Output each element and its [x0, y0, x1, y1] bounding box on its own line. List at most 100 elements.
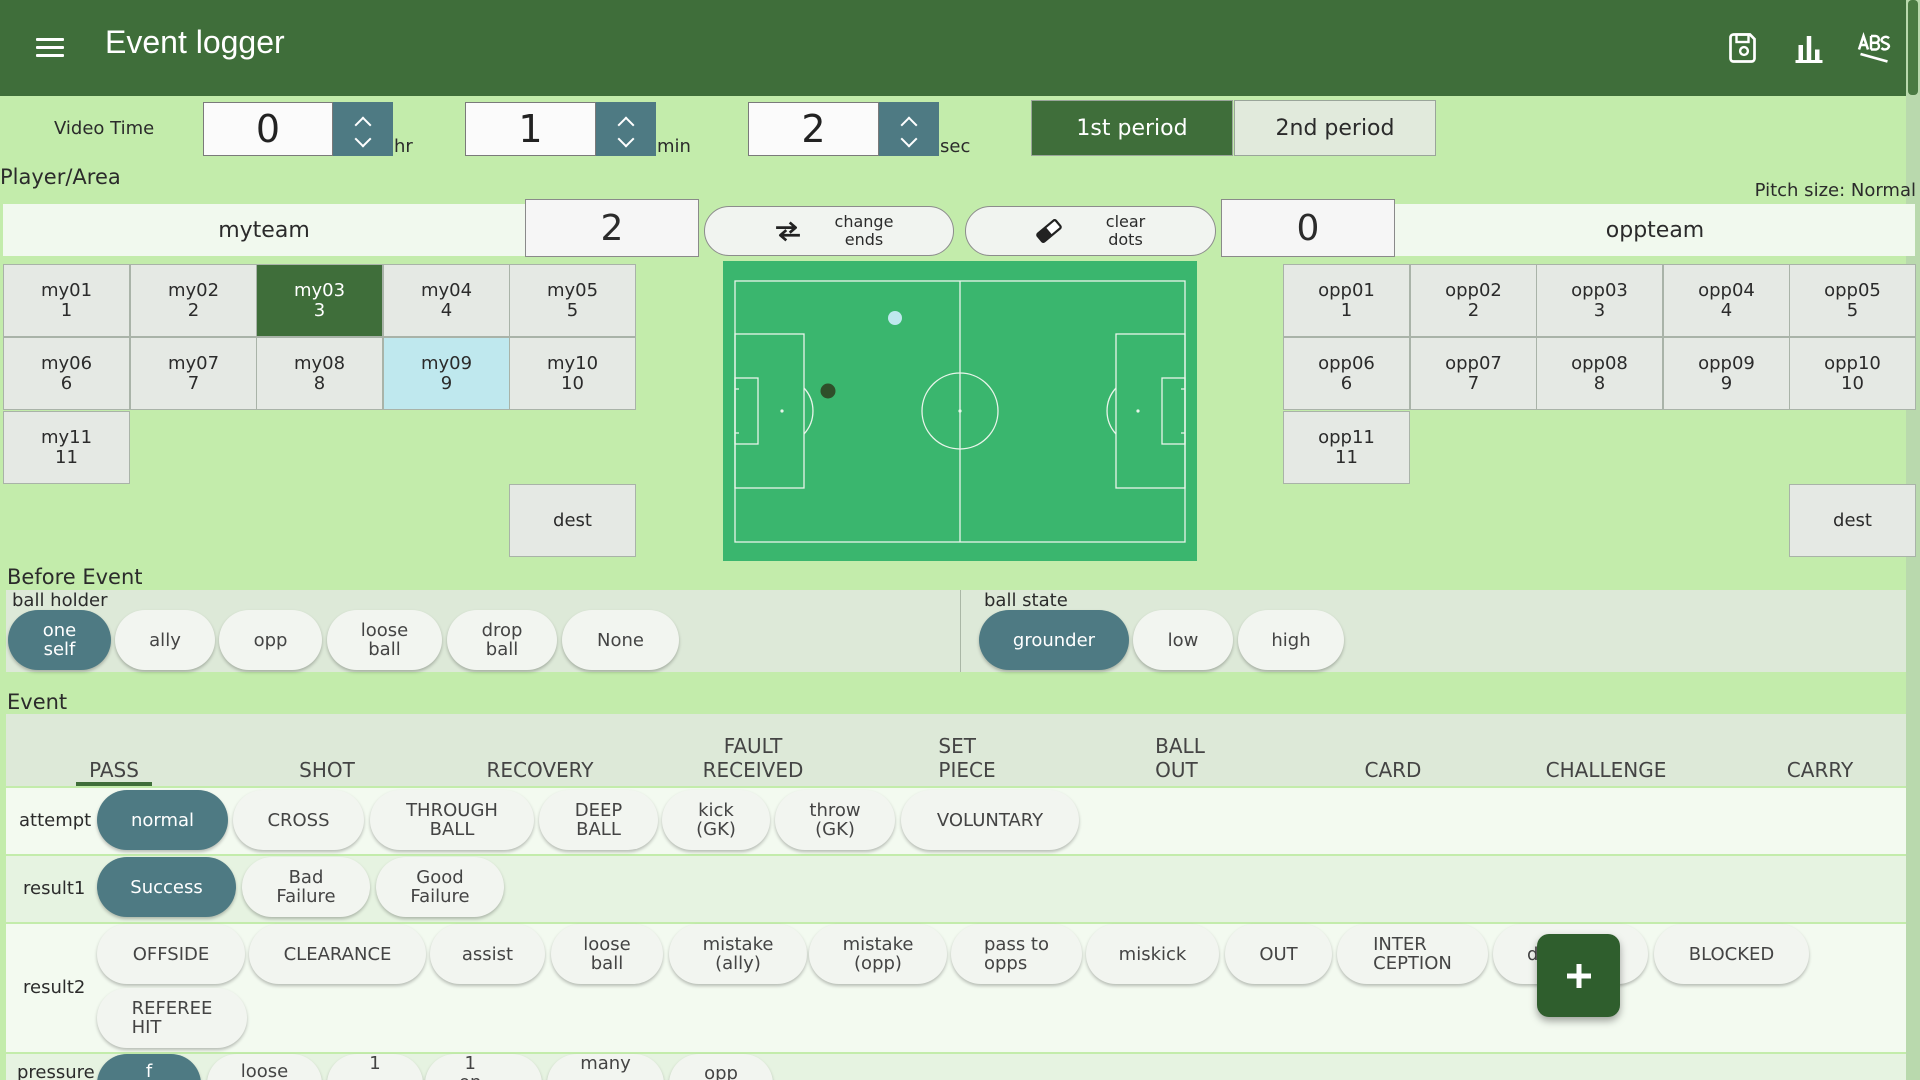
result2-mistake-ally[interactable]: mistake (ally) — [669, 924, 807, 984]
player-my03[interactable]: my03 3 — [256, 264, 383, 337]
opp-team-name[interactable]: oppteam — [1395, 204, 1915, 256]
add-event-button[interactable] — [1537, 934, 1620, 1017]
player-my11[interactable]: my11 11 — [3, 411, 130, 484]
chip-line: many — [580, 1053, 631, 1074]
result2-blocked[interactable]: BLOCKED — [1654, 924, 1809, 984]
hour-stepper[interactable] — [333, 102, 393, 156]
ball-state-high[interactable]: high — [1238, 610, 1344, 670]
ball-holder-drop-ball[interactable]: drop ball — [447, 610, 557, 670]
opp-team-score[interactable]: 0 — [1221, 199, 1395, 257]
clear-dots-button[interactable]: clear dots — [965, 206, 1216, 256]
tab-card[interactable]: CARD — [1323, 730, 1463, 786]
second-stepper[interactable] — [879, 102, 939, 156]
ball-holder-loose-ball[interactable]: loose ball — [327, 610, 442, 670]
second-period-button[interactable]: 2nd period — [1234, 100, 1436, 156]
attempt-through-ball[interactable]: THROUGH BALL — [370, 790, 534, 850]
tab-ball-out[interactable]: BALL OUT — [1110, 730, 1250, 786]
player-name: my02 — [167, 279, 220, 301]
chip-line: mistake — [842, 934, 914, 955]
tab-pass[interactable]: PASS — [44, 730, 184, 786]
tab-recovery[interactable]: RECOVERY — [470, 730, 610, 786]
tab-fault-received[interactable]: FAULT RECEIVED — [683, 730, 823, 786]
hamburger-menu-icon[interactable] — [30, 28, 70, 68]
player-dot[interactable] — [820, 383, 836, 399]
attempt-cross[interactable]: CROSS — [233, 790, 364, 850]
second-input[interactable]: 2 — [748, 102, 879, 156]
pressure-option-1[interactable]: f — [97, 1054, 201, 1080]
chip-line: assist — [461, 943, 514, 965]
ball-holder-none[interactable]: None — [562, 610, 679, 670]
player-opp02[interactable]: opp02 2 — [1410, 264, 1537, 337]
my-team-name[interactable]: myteam — [3, 204, 525, 256]
tab-shot[interactable]: SHOT — [257, 730, 397, 786]
change-ends-button[interactable]: change ends — [704, 206, 954, 256]
result2-loose-ball[interactable]: loose ball — [551, 924, 663, 984]
save-icon[interactable] — [1726, 30, 1762, 66]
ball-holder-opp[interactable]: opp — [219, 610, 322, 670]
tab-challenge[interactable]: CHALLENGE — [1536, 730, 1676, 786]
player-my06[interactable]: my06 6 — [3, 337, 130, 410]
player-opp09[interactable]: opp09 9 — [1663, 337, 1790, 410]
player-my08[interactable]: my08 8 — [256, 337, 383, 410]
spellcheck-off-icon[interactable] — [1856, 30, 1892, 66]
result2-referee-hit[interactable]: REFEREE HIT — [97, 988, 247, 1048]
player-name: opp09 — [1698, 352, 1755, 374]
player-my01[interactable]: my01 1 — [3, 264, 130, 337]
my-dest-button[interactable]: dest — [509, 484, 636, 557]
hour-input[interactable]: 0 — [203, 102, 333, 156]
ball-state-low[interactable]: low — [1133, 610, 1233, 670]
pressure-many[interactable]: many — [547, 1054, 664, 1080]
ball-state-grounder[interactable]: grounder — [979, 610, 1129, 670]
result2-miskick[interactable]: miskick — [1086, 924, 1219, 984]
first-period-button[interactable]: 1st period — [1031, 100, 1233, 156]
tab-carry[interactable]: CARRY — [1750, 730, 1890, 786]
pressure-opp[interactable]: opp — [669, 1054, 773, 1080]
result2-clearance[interactable]: CLEARANCE — [249, 924, 426, 984]
ball-holder-ally[interactable]: ally — [115, 610, 215, 670]
attempt-normal[interactable]: normal — [97, 790, 228, 850]
player-opp06[interactable]: opp06 6 — [1283, 337, 1410, 410]
scrollbar-thumb[interactable] — [1908, 0, 1918, 95]
result2-assist[interactable]: assist — [430, 924, 545, 984]
player-my10[interactable]: my10 10 — [509, 337, 636, 410]
pitch-area[interactable] — [723, 261, 1197, 561]
attempt-deep-ball[interactable]: DEEP BALL — [539, 790, 658, 850]
pressure-loose[interactable]: loose — [207, 1054, 322, 1080]
player-my04[interactable]: my04 4 — [383, 264, 510, 337]
player-my05[interactable]: my05 5 — [509, 264, 636, 337]
player-opp05[interactable]: opp05 5 — [1789, 264, 1916, 337]
player-name: my05 — [546, 279, 599, 301]
result2-offside[interactable]: OFFSIDE — [97, 924, 245, 984]
pressure-one-on[interactable]: 1on — [425, 1054, 542, 1080]
minute-stepper[interactable] — [596, 102, 656, 156]
result1-good-failure[interactable]: Good Failure — [376, 857, 504, 917]
player-opp04[interactable]: opp04 4 — [1663, 264, 1790, 337]
chip-line: (GK) — [815, 819, 855, 840]
player-opp01[interactable]: opp01 1 — [1283, 264, 1410, 337]
result2-mistake-opp[interactable]: mistake (opp) — [809, 924, 947, 984]
result1-bad-failure[interactable]: Bad Failure — [242, 857, 370, 917]
attempt-throw-gk[interactable]: throw (GK) — [775, 790, 895, 850]
attempt-voluntary[interactable]: VOLUNTARY — [901, 790, 1079, 850]
attempt-kick-gk[interactable]: kick (GK) — [662, 790, 770, 850]
result2-interception[interactable]: INTER CEPTION — [1337, 924, 1488, 984]
player-opp08[interactable]: opp08 8 — [1536, 337, 1663, 410]
ball-holder-oneself[interactable]: one self — [8, 610, 111, 670]
result1-success[interactable]: Success — [97, 857, 236, 917]
bar-chart-icon[interactable] — [1791, 30, 1827, 66]
player-opp11[interactable]: opp11 11 — [1283, 411, 1410, 484]
player-my09[interactable]: my09 9 — [383, 337, 510, 410]
player-opp10[interactable]: opp10 10 — [1789, 337, 1916, 410]
player-my02[interactable]: my02 2 — [130, 264, 257, 337]
ball-dot[interactable] — [888, 311, 902, 325]
player-opp07[interactable]: opp07 7 — [1410, 337, 1537, 410]
result2-out[interactable]: OUT — [1225, 924, 1332, 984]
tab-set-piece[interactable]: SET PIECE — [897, 730, 1037, 786]
player-opp03[interactable]: opp03 3 — [1536, 264, 1663, 337]
player-my07[interactable]: my07 7 — [130, 337, 257, 410]
result2-pass-to-opps[interactable]: pass to opps — [951, 924, 1082, 984]
pressure-one[interactable]: 1 — [327, 1054, 423, 1080]
opp-dest-button[interactable]: dest — [1789, 484, 1916, 557]
minute-input[interactable]: 1 — [465, 102, 596, 156]
my-team-score[interactable]: 2 — [525, 199, 699, 257]
